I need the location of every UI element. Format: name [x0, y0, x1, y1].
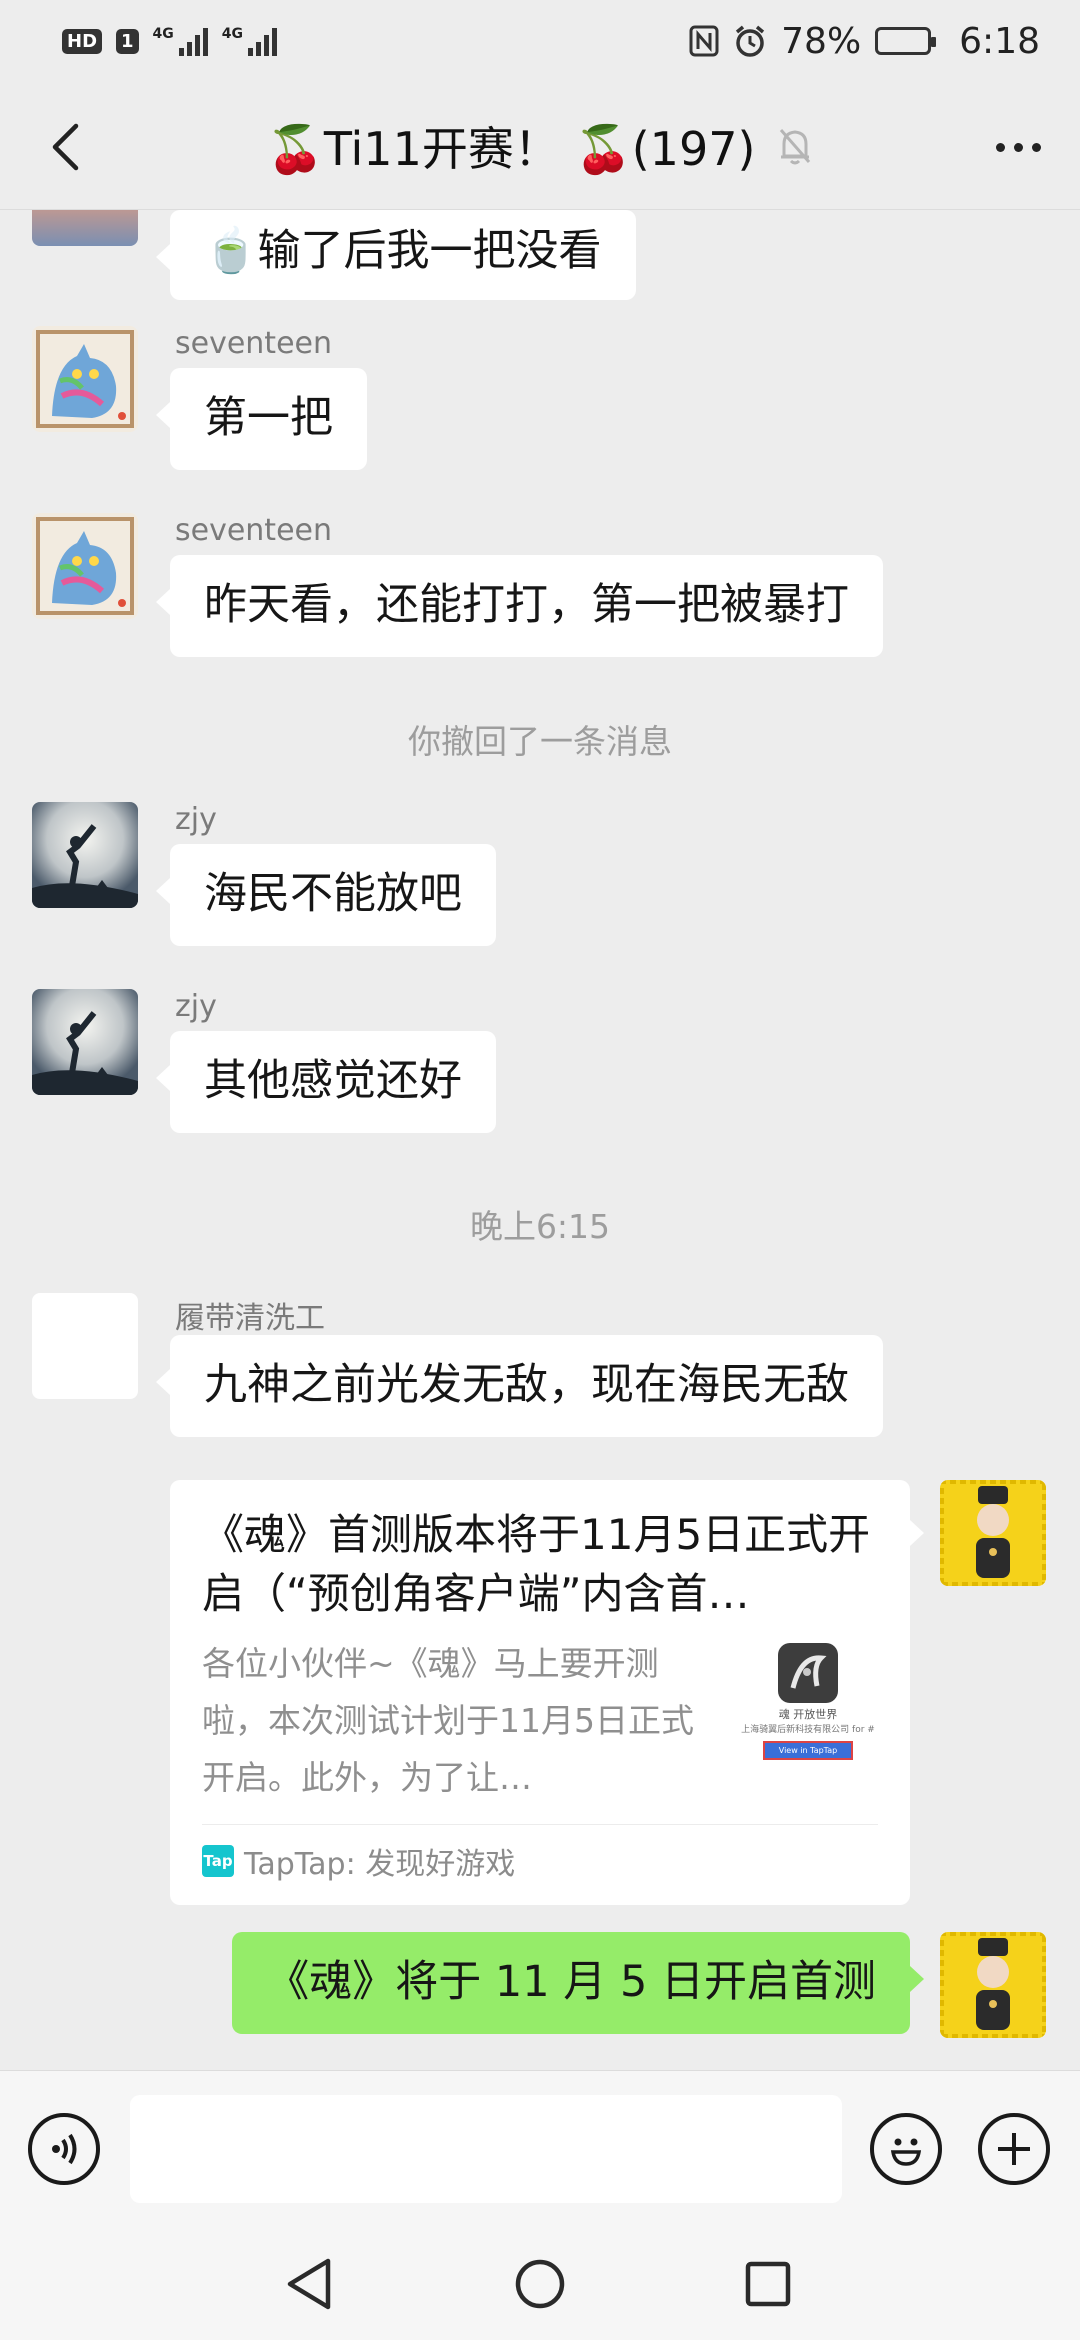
plus-icon	[998, 2133, 1030, 2165]
nav-recents-icon	[745, 2261, 791, 2307]
sender-name: zjy	[175, 802, 217, 837]
network-type-label-2: 4G	[221, 26, 244, 42]
thumb-button: View in TapTap	[762, 1741, 854, 1760]
more-dot	[1013, 142, 1023, 152]
message-bubble[interactable]: 昨天看，还能打打，第一把被暴打	[156, 555, 883, 657]
clock: 6:18	[959, 20, 1040, 62]
input-bar	[0, 2070, 1080, 2230]
message-bubble[interactable]: 海民不能放吧	[156, 844, 496, 946]
link-card[interactable]: 《魂》首测版本将于11月5日正式开启（“预创角客户端”内含首… 各位小伙伴~《魂…	[170, 1480, 924, 1905]
recall-notice: 你撤回了一条消息	[408, 722, 672, 761]
chat-header: 🍒Ti11开赛！ 🍒(197)	[0, 82, 1080, 210]
message-bubble-self[interactable]: 《魂》将于 11 月 5 日开启首测	[232, 1932, 924, 2034]
emoji-icon	[890, 2138, 922, 2166]
voice-button[interactable]	[28, 2113, 100, 2185]
card-source: Tap TapTap: 发现好游戏	[202, 1824, 878, 1883]
avatar-self[interactable]	[940, 1932, 1046, 2038]
avatar-seventeen[interactable]	[32, 326, 138, 432]
battery-icon	[875, 27, 937, 55]
avatar-zjy[interactable]	[32, 989, 138, 1095]
nav-home-button[interactable]	[505, 2254, 575, 2314]
game-logo-icon	[778, 1643, 838, 1703]
card-body: 各位小伙伴~《魂》马上要开测啦，本次测试计划于11月5日正式开启。此外，为了让……	[202, 1636, 878, 1806]
avatar-self[interactable]	[940, 1480, 1046, 1586]
time-divider: 晚上6:15	[469, 1207, 611, 1246]
network-type-label: 4G	[152, 26, 174, 42]
more-button[interactable]	[978, 112, 1058, 182]
card-title: 《魂》首测版本将于11月5日正式开启（“预创角客户端”内含首…	[202, 1510, 871, 1618]
avatar[interactable]	[32, 210, 138, 246]
voice-icon	[52, 2133, 77, 2165]
card-source-label: TapTap: 发现好游戏	[244, 1847, 516, 1882]
plus-button[interactable]	[978, 2113, 1050, 2185]
taptap-logo-icon: Tap	[202, 1845, 234, 1877]
message-bubble[interactable]: 其他感觉还好	[156, 1031, 496, 1133]
sender-name: 履带清洗工	[175, 1301, 325, 1336]
sender-name: seventeen	[175, 326, 333, 361]
status-right: 78% 6:18	[689, 21, 1040, 62]
alarm-icon	[736, 25, 765, 57]
status-bar: HD 1 4G 4G 78% 6:18	[0, 0, 1080, 82]
thumb-subcaption: 上海骑翼后新科技有限公司 for #	[741, 1725, 875, 1735]
avatar-zjy[interactable]	[32, 802, 138, 908]
avatar-blank[interactable]	[32, 1293, 138, 1399]
chat-title-wrap: 🍒Ti11开赛！ 🍒(197)	[267, 113, 814, 179]
card-thumbnail: 魂 开放世界 上海骑翼后新科技有限公司 for # View in TapTap	[738, 1636, 878, 1776]
nav-back-button[interactable]	[274, 2254, 344, 2314]
message-bubble[interactable]: 九神之前光发无敌，现在海民无敌	[156, 1335, 883, 1437]
nfc-icon	[689, 25, 719, 57]
thumb-caption: 魂 开放世界	[778, 1708, 838, 1721]
nav-home-icon	[515, 2259, 565, 2309]
system-nav-bar	[0, 2230, 1080, 2340]
emoji-button[interactable]	[870, 2113, 942, 2185]
signal-icon-2: 4G	[221, 26, 278, 56]
message-input[interactable]	[130, 2095, 842, 2203]
nav-back-icon	[287, 2258, 331, 2310]
message-bubble[interactable]: 第一把	[156, 368, 367, 470]
more-dot	[1031, 142, 1041, 152]
chevron-left-icon	[52, 123, 79, 171]
nav-recents-button[interactable]	[733, 2254, 803, 2314]
card-description: 各位小伙伴~《魂》马上要开测啦，本次测试计划于11月5日正式开启。此外，为了让…	[202, 1644, 694, 1797]
chat-title: 🍒Ti11开赛！ 🍒(197)	[266, 121, 756, 176]
more-dot	[995, 142, 1005, 152]
battery-percent: 78%	[781, 20, 862, 62]
sim-badge: 1	[116, 28, 139, 54]
status-left: HD 1 4G 4G	[62, 26, 278, 56]
sender-name: zjy	[175, 989, 217, 1024]
bell-off-icon	[780, 128, 811, 164]
signal-icon: 4G	[153, 26, 208, 56]
sender-name: seventeen	[175, 513, 333, 548]
chat-area[interactable]: 🍵输了后我一把没看 seventeen 第一把 seventeen 昨天看，还能…	[0, 210, 1080, 2070]
hd-badge: HD	[62, 28, 103, 54]
message-bubble[interactable]: 🍵输了后我一把没看	[156, 210, 636, 300]
avatar-seventeen[interactable]	[32, 513, 138, 619]
back-button[interactable]	[30, 112, 100, 182]
